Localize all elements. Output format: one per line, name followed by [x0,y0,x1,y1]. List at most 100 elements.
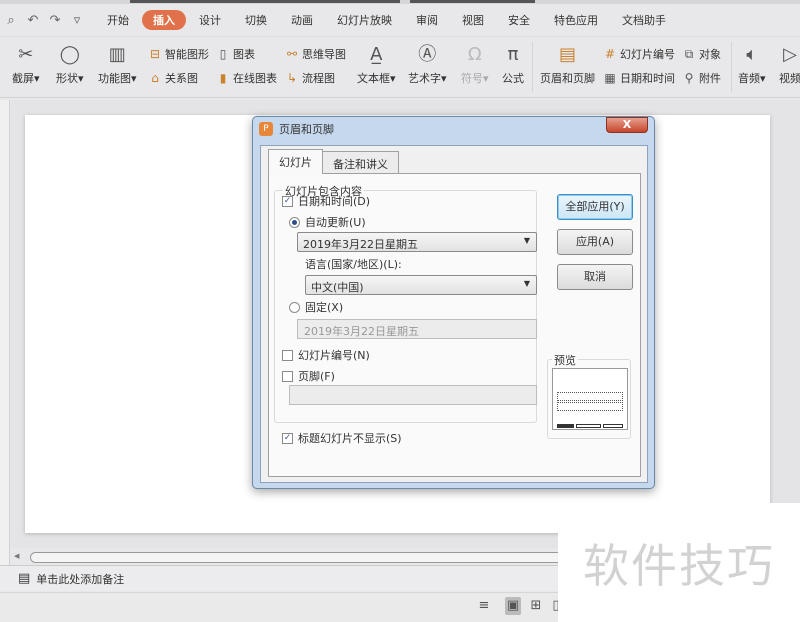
preview-group: 预览 [547,352,631,439]
screenshot-label: 截屏 [12,72,34,85]
undo-icon[interactable]: ↶ [22,13,44,28]
slide-thumbnail-panel[interactable] [0,100,10,588]
relation-icon: ⌂ [151,71,159,85]
function-chart-label: 功能图 [98,72,131,85]
footer-checkbox[interactable]: 页脚(F) [282,368,335,384]
menu-slideshow[interactable]: 幻灯片放映 [326,10,403,30]
auto-update-label: 自动更新(U) [305,216,366,229]
wordart-label: 艺术字 [408,72,441,85]
shapes-button[interactable]: ◯ 形状▾ [56,44,84,86]
function-chart-button[interactable]: ▥ 功能图▾ [98,44,137,86]
date-format-select[interactable]: 2019年3月22日星期五 ▼ [297,232,537,252]
checkbox-checked: ✓ [282,432,293,444]
symbol-button[interactable]: Ω 符号▾ [461,44,489,86]
slide-number-button[interactable]: # 幻灯片编号 [603,46,675,62]
menu-review[interactable]: 审阅 [405,10,449,30]
date-time-checkbox[interactable]: ✓ 日期和时间(D) [282,193,370,209]
horizontal-scrollbar[interactable] [30,552,570,563]
video-icon: ▷ [783,44,797,65]
attachment-button[interactable]: ⚲ 附件 [682,70,721,86]
screenshot-button[interactable]: ✂ 截屏▾ [12,44,40,86]
slide-number-icon: # [604,47,616,61]
menu-bar: ⌕ ↶ ↷ ▿ 开始 插入 设计 切换 动画 幻灯片放映 审阅 视图 安全 特色… [0,6,800,34]
radio-selected [289,216,300,228]
menu-transition[interactable]: 切换 [234,10,278,30]
preview-icon[interactable]: ⌕ [0,13,22,28]
menu-security[interactable]: 安全 [497,10,541,30]
calendar-icon: ▦ [604,71,616,85]
close-button[interactable]: X [606,117,648,133]
menu-insert[interactable]: 插入 [142,10,186,30]
header-footer-button[interactable]: ▤ 页眉和页脚 [540,44,595,86]
date-time-button[interactable]: ▦ 日期和时间 [603,70,675,86]
dialog-titlebar[interactable]: P 页眉和页脚 [253,117,654,141]
video-button[interactable]: ▷ 视频 [778,44,800,86]
notes-toggle-icon[interactable]: ≡ [476,597,492,615]
object-button[interactable]: ⧉ 对象 [682,46,721,62]
audio-button[interactable]: 🔈︎ 音频▾ [738,44,766,86]
relation-label: 关系图 [165,72,198,85]
shapes-label: 形状 [56,72,78,85]
checkbox-unchecked [282,370,293,382]
language-select[interactable]: 中文(中国) ▼ [305,275,537,295]
formula-button[interactable]: π 公式 [501,44,525,86]
chart-button[interactable]: ▯ 图表 [216,46,255,62]
relation-button[interactable]: ⌂ 关系图 [148,70,198,86]
preview-title-placeholder [557,392,623,401]
slide-number-checkbox[interactable]: 幻灯片编号(N) [282,347,370,363]
footer-input[interactable] [289,385,537,405]
header-footer-label: 页眉和页脚 [540,72,595,85]
flowchart-label: 流程图 [302,72,335,85]
fixed-radio[interactable]: 固定(X) [289,299,343,315]
mindmap-label: 思维导图 [302,48,346,61]
apply-all-button[interactable]: 全部应用(Y) [557,194,633,220]
fixed-date-input[interactable]: 2019年3月22日星期五 [297,319,537,339]
auto-update-radio[interactable]: 自动更新(U) [289,214,366,230]
object-icon: ⧉ [684,46,694,61]
online-chart-button[interactable]: ▮ 在线图表 [216,70,277,86]
language-label: 语言(国家/地区)(L): [305,258,402,271]
chart-label: 图表 [233,48,255,61]
shapes-icon: ◯ [59,44,80,65]
hide-on-title-label: 标题幻灯片不显示(S) [298,432,402,445]
customize-icon[interactable]: ▿ [66,13,88,28]
ribbon-divider [731,42,732,92]
menu-home[interactable]: 开始 [96,10,140,30]
menu-animation[interactable]: 动画 [280,10,324,30]
smartart-button[interactable]: ⊟ 智能图形 [148,46,209,62]
window-top-strip [0,0,800,4]
flowchart-button[interactable]: ↳ 流程图 [285,70,335,86]
textbox-icon: A̲ [370,44,383,65]
redo-icon[interactable]: ↷ [44,13,66,28]
preview-number-area [603,424,623,428]
menu-design[interactable]: 设计 [188,10,232,30]
fixed-label: 固定(X) [305,301,344,314]
wordart-button[interactable]: Ⓐ 艺术字▾ [408,44,447,86]
date-time-label: 日期和时间(D) [298,195,371,208]
dropdown-arrow-icon: ▼ [523,279,530,288]
menu-view[interactable]: 视图 [451,10,495,30]
scroll-left-icon[interactable]: ◀ [14,552,19,560]
header-footer-icon: ▤ [558,44,576,65]
cancel-button[interactable]: 取消 [557,264,633,290]
checkbox-unchecked [282,349,293,361]
date-format-value: 2019年3月22日星期五 [303,238,418,251]
tab-slide[interactable]: 幻灯片 [268,149,323,174]
notes-placeholder: 单击此处添加备注 [36,572,125,586]
slide-sorter-icon[interactable]: ⊞ [528,597,544,615]
dropdown-arrow-icon: ▼ [523,236,530,245]
attachment-label: 附件 [699,72,721,85]
speaker-icon: 🔈︎ [746,44,758,65]
mindmap-icon: ⚯ [286,47,298,61]
mindmap-button[interactable]: ⚯ 思维导图 [285,46,346,62]
tab-notes-handouts[interactable]: 备注和讲义 [322,151,399,173]
menu-doc-assistant[interactable]: 文档助手 [611,10,677,30]
textbox-button[interactable]: A̲ 文本框▾ [357,44,396,86]
menu-features[interactable]: 特色应用 [543,10,609,30]
pi-icon: π [507,44,519,65]
hide-on-title-checkbox[interactable]: ✓ 标题幻灯片不显示(S) [282,430,402,446]
normal-view-icon[interactable]: ▣ [505,597,521,615]
online-chart-label: 在线图表 [233,72,277,85]
apply-button[interactable]: 应用(A) [557,229,633,255]
preview-date-area [557,424,574,428]
